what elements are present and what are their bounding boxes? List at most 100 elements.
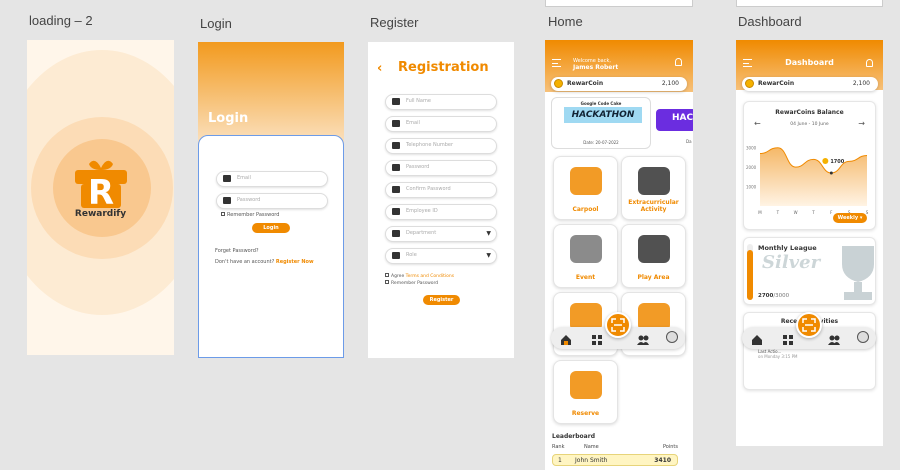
leaderboard-title: Leaderboard (552, 433, 595, 440)
hackathon-banner[interactable]: Google Code Cake HACKATHON Date: 20-07-2… (551, 97, 651, 149)
login-title: Login (208, 111, 249, 126)
home-icon[interactable] (560, 331, 572, 345)
y-tick-label: 3000 (746, 146, 757, 151)
frame-edge (545, 0, 693, 7)
users-icon[interactable] (828, 331, 840, 345)
period-dropdown[interactable]: Weekly ▾ (833, 213, 867, 223)
tile-label: Extracurricular Activity (628, 199, 679, 213)
x-tick-label: T (776, 210, 780, 215)
dropdown-arrow-icon: ▼ (486, 230, 491, 237)
feature-tile-2[interactable]: Event (553, 224, 618, 288)
y-tick-label: 2000 (746, 165, 757, 170)
brand-name: Rewardify (74, 209, 127, 219)
x-tick-label: T (811, 210, 815, 215)
scan-button[interactable] (796, 312, 822, 338)
x-tick-label: M (758, 210, 762, 215)
avatar[interactable] (857, 331, 869, 343)
feature-tile-1[interactable]: Extracurricular Activity (621, 156, 686, 220)
series-area (760, 147, 867, 206)
highlight-point[interactable] (829, 171, 833, 175)
bell-icon[interactable] (866, 59, 873, 67)
user-name: James Robert (573, 64, 619, 71)
y-tick-label: 1000 (746, 185, 757, 190)
field-icon (392, 98, 400, 105)
scan-button[interactable] (605, 312, 631, 338)
register-field-7[interactable]: Role ▼ (385, 248, 497, 264)
frame-edge (736, 0, 883, 7)
register-now-link[interactable]: Register Now (276, 259, 314, 265)
frame-title-login: Login (200, 16, 232, 31)
home-icon[interactable] (751, 331, 763, 345)
field-icon (392, 208, 400, 215)
feature-tile-3[interactable]: Play Area (621, 224, 686, 288)
tile-label: Play Area (637, 274, 670, 281)
menu-icon[interactable] (552, 59, 561, 67)
field-icon (392, 120, 400, 127)
forgot-password-link[interactable]: Forget Password? (215, 248, 259, 254)
mail-icon (223, 175, 231, 182)
remember-checkbox[interactable]: Remember Password (385, 280, 438, 286)
frame-title-home: Home (548, 14, 583, 29)
feature-tile-0[interactable]: Carpool (553, 156, 618, 220)
svg-text:1700: 1700 (830, 159, 844, 165)
email-field[interactable]: Email (216, 171, 328, 187)
login-card: Email Password Remember Password Login F… (198, 135, 344, 358)
users-icon[interactable] (637, 331, 649, 345)
register-frame: ‹ Registration Full Name Email Telephone N… (368, 42, 514, 358)
register-field-6[interactable]: Department ▼ (385, 226, 497, 242)
home-frame: Welcome back, James Robert RewarCoin 2,1… (545, 40, 693, 470)
register-field-1[interactable]: Email (385, 116, 497, 132)
x-tick-label: F (830, 210, 833, 215)
balance-chart: 300020001000MTWTFSS1700 (746, 146, 869, 215)
register-button[interactable]: Register (423, 295, 460, 305)
lock-icon (223, 197, 231, 204)
back-chevron-icon[interactable]: ‹ (377, 61, 382, 76)
coin-balance-bar: RewarCoin 2,100 (551, 77, 687, 91)
register-field-5[interactable]: Employee ID (385, 204, 497, 220)
tile-label: Carpool (572, 206, 599, 213)
grid-icon[interactable] (782, 331, 794, 345)
league-progress-track (747, 244, 753, 300)
loading-frame: R Rewardify (27, 40, 174, 355)
register-field-0[interactable]: Full Name (385, 94, 497, 110)
field-icon (392, 186, 400, 193)
field-icon (392, 230, 400, 237)
dropdown-arrow-icon: ▼ (486, 252, 491, 259)
hackathon-banner-2[interactable]: HAC Da (656, 97, 693, 149)
field-icon (392, 142, 400, 149)
coin-balance-bar: RewarCoin 2,100 (742, 77, 878, 91)
next-chevron-icon[interactable]: → (858, 119, 865, 128)
coin-icon (745, 79, 754, 88)
balance-card: RewarCoins Balance ← 04 June - 10 June →… (743, 101, 876, 230)
leaderboard-row[interactable]: 1 John Smith 3410 (552, 454, 678, 466)
bell-icon[interactable] (675, 58, 682, 66)
register-field-4[interactable]: Confirm Password (385, 182, 497, 198)
tile-icon (638, 235, 670, 263)
dashboard-title: Dashboard (785, 58, 834, 67)
tile-icon (570, 371, 602, 399)
tile-icon (570, 235, 602, 263)
frame-title-dashboard: Dashboard (738, 14, 802, 29)
tile-label: Reserve (571, 410, 600, 417)
password-field[interactable]: Password (216, 193, 328, 209)
register-field-3[interactable]: Password (385, 160, 497, 176)
frame-title-loading: loading – 2 (29, 13, 93, 28)
login-button[interactable]: Login (252, 223, 290, 233)
frame-title-register: Register (370, 15, 419, 30)
tile-icon (570, 167, 602, 195)
terms-link[interactable]: Terms and Conditions (406, 274, 454, 279)
registration-title: Registration (398, 60, 489, 75)
grid-icon[interactable] (591, 331, 603, 345)
dashboard-frame: Dashboard RewarCoin 2,100 RewarCoins Bal… (736, 40, 883, 446)
league-progress-text: 2700/3000 (758, 293, 790, 299)
field-icon (392, 252, 400, 259)
field-icon (392, 164, 400, 171)
coin-icon (554, 79, 563, 88)
feature-tile-6[interactable]: Reserve (553, 360, 618, 424)
remember-checkbox[interactable]: Remember Password (221, 212, 279, 218)
avatar[interactable] (666, 331, 678, 343)
register-field-2[interactable]: Telephone Number (385, 138, 497, 154)
x-tick-label: W (794, 210, 798, 215)
terms-checkbox[interactable]: Agree Terms and Conditions (385, 273, 454, 279)
register-prompt: Don't have an account? Register Now (215, 259, 314, 265)
